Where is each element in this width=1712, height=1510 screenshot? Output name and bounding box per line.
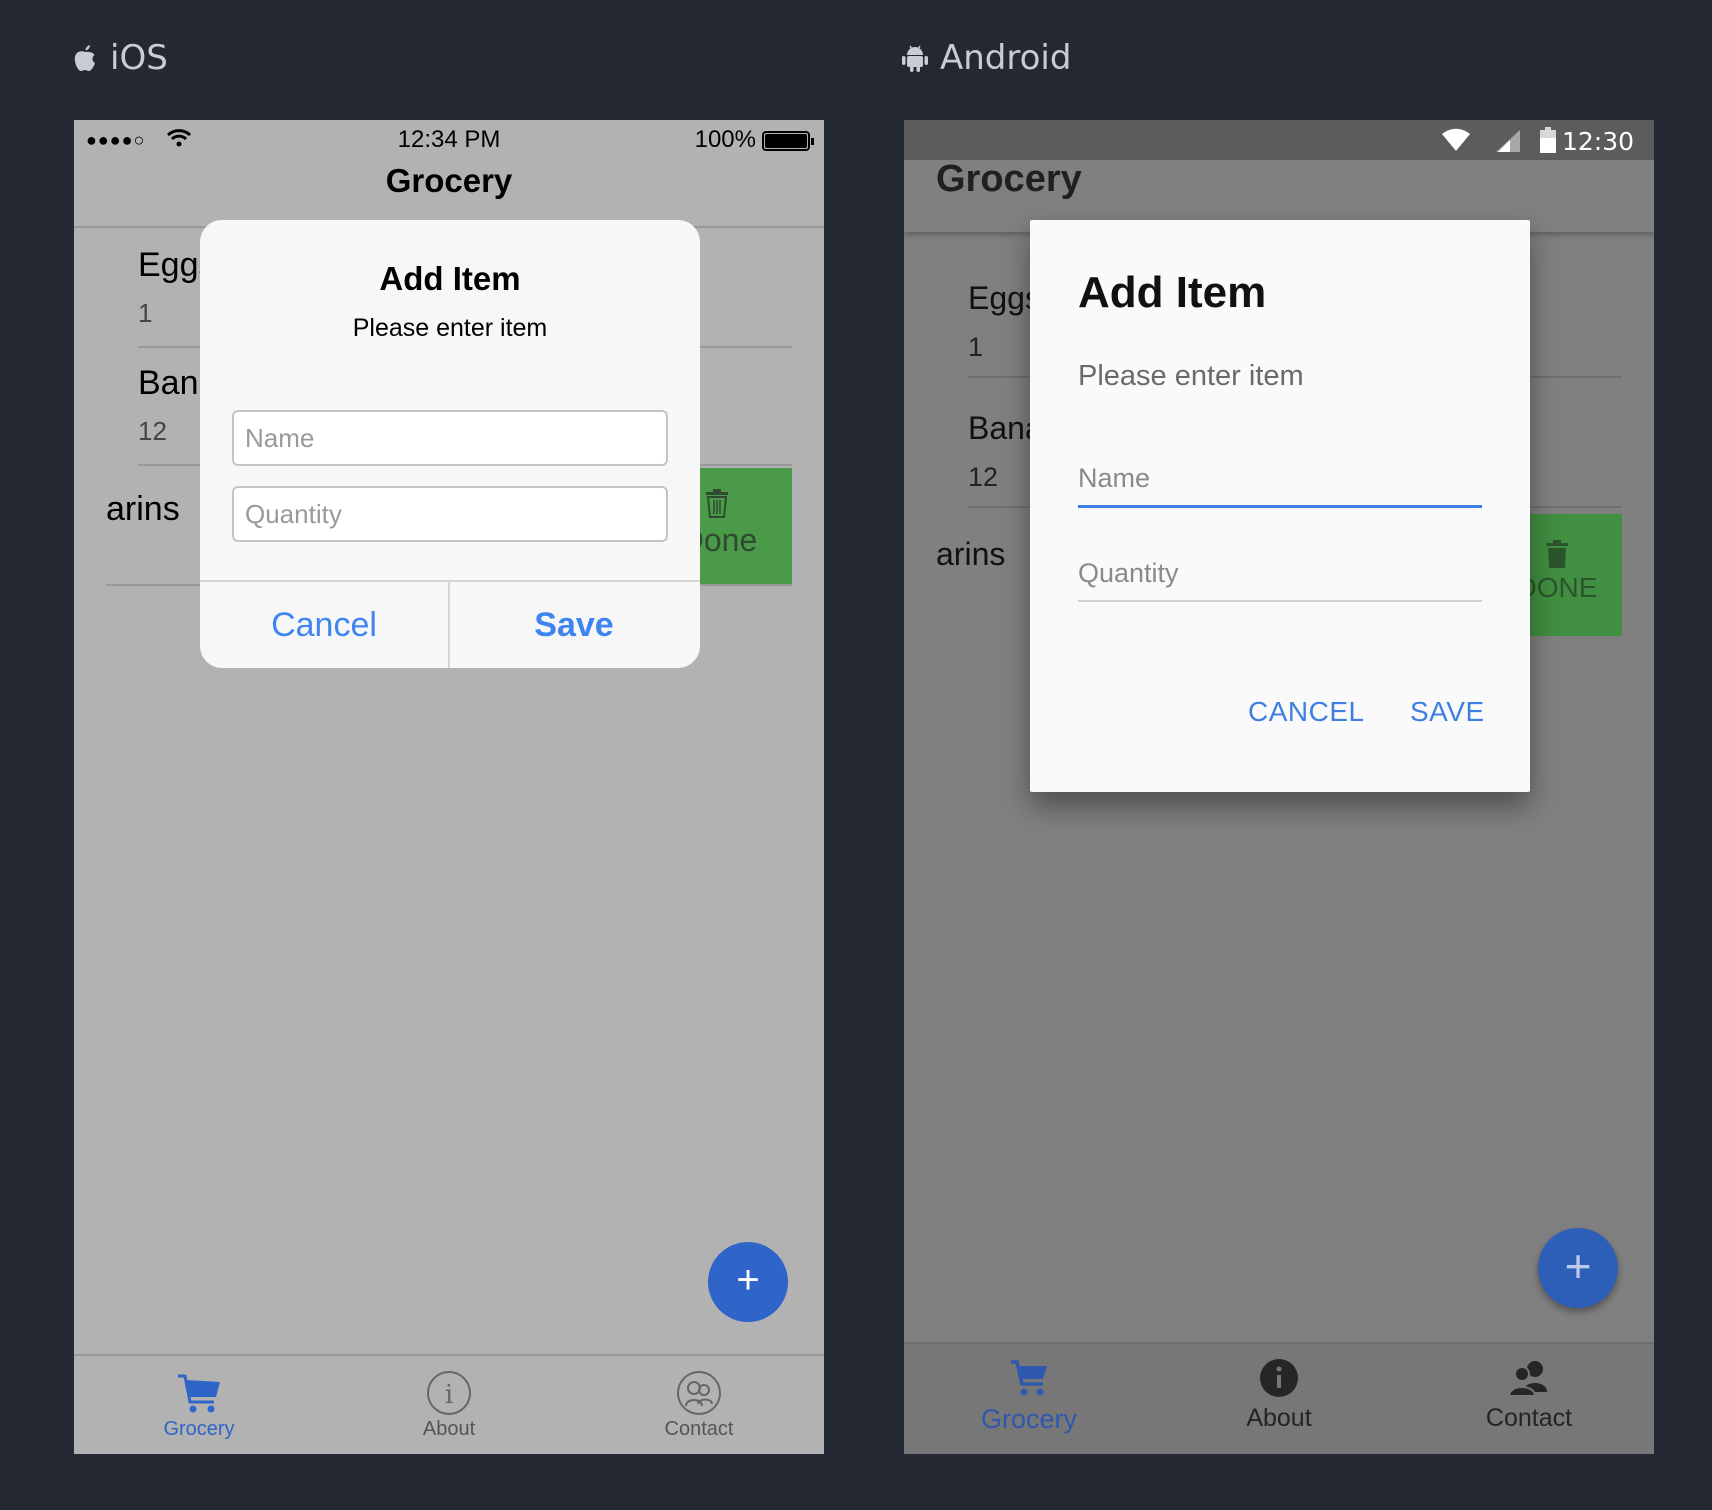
tab-label: Grocery — [163, 1418, 235, 1440]
item-name: arins — [106, 490, 180, 528]
ios-nav-bar: Grocery — [74, 160, 824, 228]
android-label-text: Android — [940, 38, 1072, 78]
trash-icon — [1546, 540, 1568, 568]
tab-about[interactable]: About — [1154, 1358, 1404, 1433]
save-button[interactable]: Save — [450, 582, 698, 668]
apple-icon — [74, 45, 95, 71]
tab-label: About — [422, 1418, 476, 1440]
dialog-message: Please enter item — [1078, 360, 1304, 392]
cancel-button[interactable]: CANCEL — [1248, 696, 1365, 728]
cart-icon — [178, 1374, 220, 1413]
ios-tab-bar: Grocery i About Contact — [74, 1354, 824, 1454]
tab-label: About — [1246, 1404, 1312, 1432]
wifi-icon — [1442, 128, 1470, 151]
tab-contact[interactable]: Contact — [1404, 1358, 1654, 1433]
contacts-icon — [1507, 1361, 1547, 1397]
android-platform-label: Android — [902, 38, 1071, 78]
cancel-button[interactable]: Cancel — [200, 582, 448, 668]
item-quantity: 12 — [138, 416, 167, 446]
trash-icon — [706, 489, 728, 518]
tab-about[interactable]: i About — [324, 1366, 574, 1441]
dialog-message: Please enter item — [352, 314, 548, 342]
battery-percent: 100% — [694, 126, 756, 153]
item-quantity: 1 — [968, 332, 984, 362]
tab-grocery[interactable]: Grocery — [904, 1358, 1154, 1435]
quantity-input[interactable] — [232, 486, 668, 542]
add-item-fab[interactable]: + — [1538, 1228, 1618, 1308]
cell-signal-icon — [1496, 130, 1520, 152]
item-name: arins — [936, 536, 1006, 572]
battery-icon — [1540, 127, 1556, 153]
save-button[interactable]: SAVE — [1410, 696, 1485, 728]
name-input[interactable] — [232, 410, 668, 466]
tab-label: Grocery — [980, 1404, 1078, 1434]
info-icon: i — [427, 1371, 471, 1415]
quantity-input[interactable] — [1078, 546, 1482, 602]
android-status-bar: 12:30 — [904, 120, 1654, 160]
add-item-dialog: Add Item Please enter item CANCEL SAVE — [1030, 220, 1530, 792]
battery-icon — [762, 131, 814, 151]
contact-icon — [677, 1371, 721, 1415]
ios-phone-screen: ●●●●○ 12:34 PM 100% Grocery Eggs 1 Banan… — [74, 120, 824, 1454]
item-quantity: 1 — [138, 298, 153, 328]
tab-contact[interactable]: Contact — [574, 1366, 824, 1441]
status-time: 12:30 — [1561, 127, 1634, 156]
add-item-dialog: Add Item Please enter item Cancel Save — [200, 220, 700, 668]
android-tab-bar: Grocery About Contact — [904, 1342, 1654, 1454]
tab-label: Contact — [664, 1418, 734, 1440]
android-icon — [902, 45, 928, 72]
tab-grocery[interactable]: Grocery — [74, 1366, 324, 1441]
name-input[interactable] — [1078, 452, 1482, 508]
page-title: Grocery — [936, 158, 1082, 200]
add-item-fab[interactable]: + — [708, 1242, 788, 1322]
ios-label-text: iOS — [110, 38, 168, 78]
cart-icon — [1011, 1360, 1047, 1396]
dialog-title: Add Item — [379, 260, 521, 297]
page-title: Grocery — [385, 162, 513, 199]
item-quantity: 12 — [968, 462, 999, 492]
ios-platform-label: iOS — [72, 38, 168, 78]
info-icon — [1260, 1359, 1298, 1397]
android-phone-screen: 12:30 Grocery Eggs 1 Bananas 12 arins DO… — [904, 120, 1654, 1454]
tab-label: Contact — [1485, 1404, 1573, 1432]
svg-text:i: i — [445, 1380, 453, 1410]
dialog-title: Add Item — [1078, 268, 1267, 317]
ios-status-bar: ●●●●○ 12:34 PM 100% — [74, 120, 824, 160]
